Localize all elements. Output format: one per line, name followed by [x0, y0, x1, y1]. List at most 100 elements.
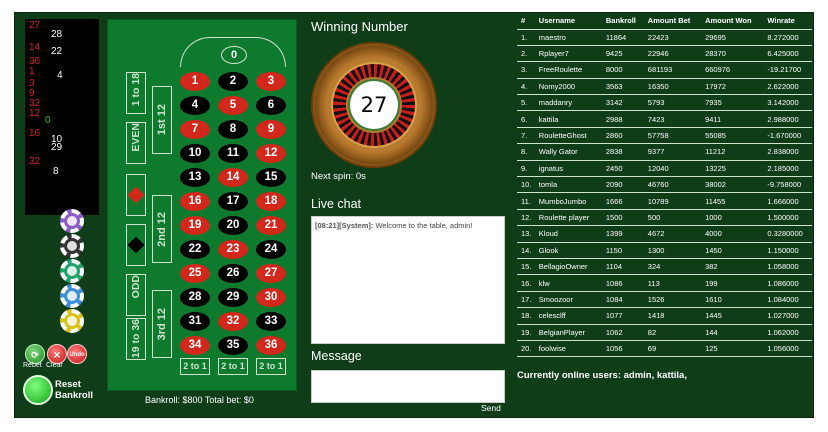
- leaderboard-cell: maestro: [534, 28, 602, 46]
- chip-1[interactable]: [60, 209, 84, 233]
- number-cell-7[interactable]: 7: [180, 120, 210, 139]
- bet-even[interactable]: EVEN: [126, 122, 146, 164]
- clear-button[interactable]: ✕: [47, 344, 67, 364]
- leaderboard-cell: 8.272000: [763, 28, 812, 46]
- number-cell-17[interactable]: 17: [218, 192, 248, 211]
- bet-high-19-36[interactable]: 19 to 36: [126, 318, 146, 360]
- leaderboard-cell: 0.3280000: [763, 225, 812, 243]
- leaderboard-cell: 1418: [643, 307, 702, 325]
- leaderboard-row: 2. Rplayer7 9425 22946 28370 6.425000: [517, 44, 812, 62]
- bet-column-1[interactable]: 2 to 1: [180, 358, 210, 375]
- bet-second-dozen[interactable]: 2nd 12: [152, 195, 172, 263]
- number-cell-18[interactable]: 18: [256, 192, 286, 211]
- reset-bankroll-button[interactable]: [23, 375, 53, 405]
- leaderboard-cell: Kloud: [534, 225, 602, 243]
- number-cell-29[interactable]: 29: [218, 288, 248, 307]
- leaderboard-body: 1. maestro 11864 22423 29695 8.272000 2. Rplaye…: [517, 28, 812, 358]
- leaderboard-cell: 1.150000: [763, 241, 812, 259]
- number-cell-34[interactable]: 34: [180, 336, 210, 355]
- number-cell-24[interactable]: 24: [256, 240, 286, 259]
- spin-history-panel: 27 28 14 22 36 1 4 3 9 32 12 0 16 10 29 32 8: [25, 19, 99, 215]
- leaderboard-cell: 11.: [517, 192, 535, 210]
- leaderboard-cell: klw: [534, 274, 602, 292]
- bet-column-2[interactable]: 2 to 1: [218, 358, 248, 375]
- leaderboard-cell: 1526: [643, 290, 702, 308]
- number-cell-4[interactable]: 4: [180, 96, 210, 115]
- send-button[interactable]: Send: [481, 403, 501, 413]
- chip-5[interactable]: [60, 309, 84, 333]
- number-cell-25[interactable]: 25: [180, 264, 210, 283]
- number-cell-10[interactable]: 10: [180, 144, 210, 163]
- number-cell-16[interactable]: 16: [180, 192, 210, 211]
- leaderboard-cell: 13225: [701, 159, 764, 177]
- number-cell-26[interactable]: 26: [218, 264, 248, 283]
- number-cell-2[interactable]: 2: [218, 72, 248, 91]
- number-cell-22[interactable]: 22: [180, 240, 210, 259]
- number-cell-19[interactable]: 19: [180, 216, 210, 235]
- number-cell-36[interactable]: 36: [256, 336, 286, 355]
- leaderboard-cell: RouletteGhost: [534, 126, 602, 144]
- number-cell-32[interactable]: 32: [218, 312, 248, 331]
- leaderboard-cell: 46760: [643, 176, 702, 193]
- number-cell-20[interactable]: 20: [218, 216, 248, 235]
- number-cell-5[interactable]: 5: [218, 96, 248, 115]
- leaderboard-cell: 55085: [701, 126, 764, 144]
- bankroll-status: Bankroll: $800 Total bet: $0: [145, 395, 254, 405]
- number-cell-21[interactable]: 21: [256, 216, 286, 235]
- number-cell-33[interactable]: 33: [256, 312, 286, 331]
- number-cell-28[interactable]: 28: [180, 288, 210, 307]
- bet-red[interactable]: [126, 174, 146, 216]
- message-input[interactable]: [311, 370, 505, 403]
- number-cell-3[interactable]: 3: [256, 72, 286, 91]
- history-number: 14: [29, 42, 41, 53]
- chip-3[interactable]: [60, 259, 84, 283]
- bet-first-dozen[interactable]: 1st 12: [152, 86, 172, 154]
- history-number: 16: [29, 128, 41, 139]
- leaderboard-cell: 1000: [701, 208, 764, 226]
- leaderboard-cell: 660976: [701, 61, 764, 79]
- number-cell-14[interactable]: 14: [218, 168, 248, 187]
- number-cell-8[interactable]: 8: [218, 120, 248, 139]
- number-cell-31[interactable]: 31: [180, 312, 210, 331]
- bet-column-3[interactable]: 2 to 1: [256, 358, 286, 375]
- bet-third-dozen[interactable]: 3rd 12: [152, 290, 172, 358]
- leaderboard-cell: 1.058000: [763, 257, 812, 275]
- leaderboard-cell: 4672: [643, 225, 702, 243]
- history-number: 1: [29, 66, 35, 77]
- leaderboard-row: 12. Roulette player 1500 500 1000 1.500000: [517, 208, 812, 226]
- leaderboard-row: 9. ignatus 2450 12040 13225 2.185000: [517, 159, 812, 177]
- number-cell-15[interactable]: 15: [256, 168, 286, 187]
- number-cell-27[interactable]: 27: [256, 264, 286, 283]
- number-cell-30[interactable]: 30: [256, 288, 286, 307]
- number-cell-35[interactable]: 35: [218, 336, 248, 355]
- leaderboard-cell: 1.500000: [763, 208, 812, 226]
- leaderboard-row: 14. Glook 1150 1300 1450 1.150000: [517, 241, 812, 259]
- leaderboard-cell: 10789: [643, 192, 702, 210]
- number-cell-6[interactable]: 6: [256, 96, 286, 115]
- number-cell-13[interactable]: 13: [180, 168, 210, 187]
- chat-log[interactable]: [08:21][System]: Welcome to the table, a…: [311, 216, 505, 344]
- chip-4[interactable]: [60, 284, 84, 308]
- chip-2[interactable]: [60, 234, 84, 258]
- leaderboard-cell: 324: [643, 257, 702, 275]
- leaderboard-cell: 14.: [517, 241, 535, 259]
- number-cell-9[interactable]: 9: [256, 120, 286, 139]
- leaderboard-cell: 8.: [517, 143, 535, 161]
- number-cell-1[interactable]: 1: [180, 72, 210, 91]
- leaderboard-cell: 2.185000: [763, 159, 812, 177]
- leaderboard-cell: Rplayer7: [534, 44, 602, 62]
- rebet-button[interactable]: ⟳: [25, 344, 45, 364]
- number-grid: 1 2 3 4 5 6 7 8 9 10 11 12 13 14 15 16 17 18 19 20 21 22 23 24 2…: [180, 72, 286, 360]
- bet-odd[interactable]: ODD: [126, 274, 146, 316]
- leaderboard-row: 3. FreeRoulette 8000 681193 660976 -19.21700: [517, 61, 812, 79]
- number-cell-11[interactable]: 11: [218, 144, 248, 163]
- leaderboard-cell: BellagioOwner: [534, 257, 602, 275]
- bet-black[interactable]: [126, 224, 146, 266]
- undo-button[interactable]: Undo: [67, 344, 87, 364]
- number-cell-23[interactable]: 23: [218, 240, 248, 259]
- number-cell-12[interactable]: 12: [256, 144, 286, 163]
- leaderboard-cell: 2838: [601, 143, 644, 161]
- leaderboard-cell: 2090: [601, 176, 644, 193]
- leaderboard-cell: 1399: [601, 225, 644, 243]
- bet-low-1-18[interactable]: 1 to 18: [126, 72, 146, 114]
